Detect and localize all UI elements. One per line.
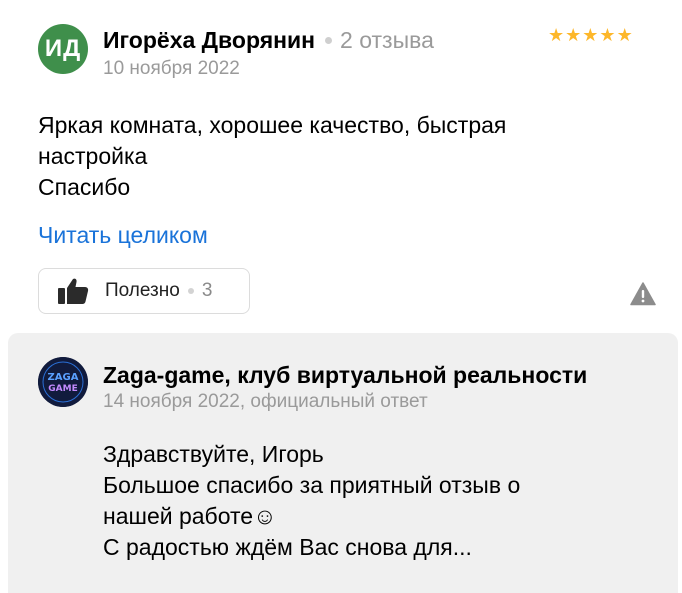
business-logo[interactable]: ZAGA GAME (38, 357, 88, 407)
svg-text:GAME: GAME (48, 384, 77, 394)
star-icon: ★ (582, 25, 599, 45)
star-icon: ★ (599, 25, 616, 45)
reply-text: Здравствуйте, Игорь Большое спасибо за п… (103, 439, 663, 563)
business-reply: ZAGA GAME Zaga-game, клуб виртуальной ре… (8, 333, 678, 593)
review-date: 10 ноября 2022 (103, 58, 240, 79)
helpful-label: Полезно (105, 280, 180, 301)
rating-stars: ★ ★ ★ ★ ★ (548, 26, 634, 44)
thumbs-up-icon (57, 277, 89, 305)
star-icon: ★ (565, 25, 582, 45)
review-text-line: Спасибо (38, 174, 131, 200)
star-icon: ★ (616, 25, 633, 45)
author-avatar[interactable]: ИД (38, 24, 88, 74)
author-line: Игорёха Дворянин 2 отзыва (103, 27, 434, 54)
author-review-count: 2 отзыва (340, 27, 434, 53)
business-name[interactable]: Zaga-game, клуб виртуальной реальности (103, 362, 587, 389)
helpful-button[interactable]: Полезно 3 (38, 268, 250, 314)
separator-dot (187, 288, 194, 294)
reply-meta: 14 ноября 2022, официальный ответ (103, 391, 428, 412)
review-text: Яркая комната, хорошее качество, быстрая… (38, 110, 638, 203)
helpful-count: 3 (201, 280, 213, 301)
reply-text-line: Здравствуйте, Игорь (103, 441, 324, 467)
svg-text:ZAGA: ZAGA (48, 372, 79, 383)
read-more-link[interactable]: Читать целиком (38, 222, 208, 249)
separator-dot (325, 37, 333, 44)
review-text-line: Яркая комната, хорошее качество, быстрая… (38, 112, 507, 169)
reply-text-line: Большое спасибо за приятный отзыв о наше… (103, 472, 521, 529)
author-name[interactable]: Игорёха Дворянин (103, 27, 315, 54)
star-icon: ★ (548, 25, 565, 45)
reply-text-line: С радостью ждём Вас снова для... (103, 534, 472, 560)
warning-icon[interactable] (630, 282, 656, 306)
